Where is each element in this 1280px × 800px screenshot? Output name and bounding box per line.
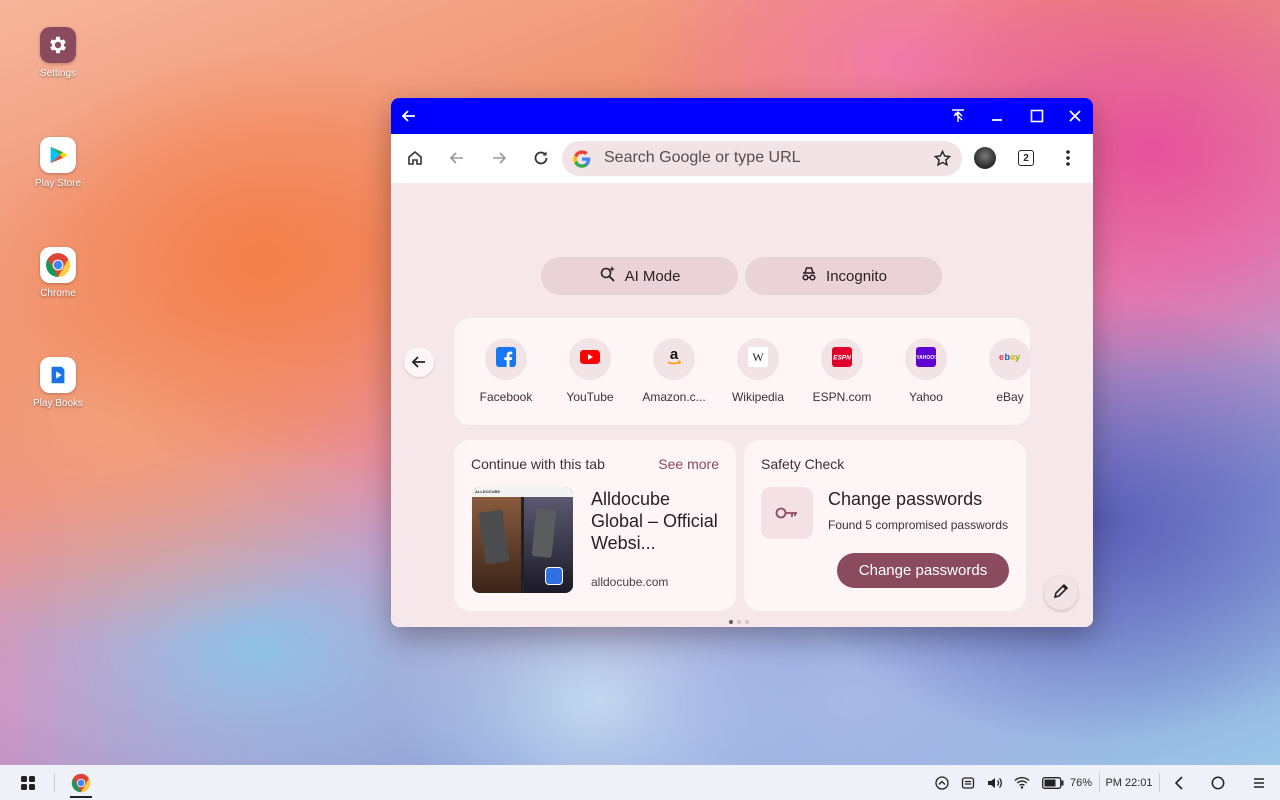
tab-title: Alldocube Global – Official Websi... [591, 489, 718, 553]
facebook-icon [496, 346, 516, 372]
app-grid-icon[interactable] [12, 765, 44, 800]
desktop-icon-play-books[interactable]: Play Books [27, 357, 89, 409]
change-passwords-button[interactable]: Change passwords [837, 553, 1009, 588]
window-titlebar [391, 98, 1093, 134]
browser-toolbar: 2 [391, 134, 1093, 183]
ebay-icon: ebay [999, 350, 1021, 368]
search-input[interactable] [604, 149, 904, 167]
see-more-link[interactable]: See more [658, 456, 719, 472]
home-icon[interactable] [399, 142, 431, 174]
ai-mode-label: AI Mode [624, 267, 681, 285]
svg-text:ESPN: ESPN [833, 354, 851, 361]
pencil-icon [1053, 583, 1069, 604]
nav-back-icon[interactable] [441, 142, 473, 174]
shortcut-label: Amazon.c... [642, 390, 706, 404]
desktop-icon-settings[interactable]: Settings [27, 27, 89, 79]
shortcut-wikipedia[interactable]: W Wikipedia [716, 338, 800, 404]
safety-heading: Change passwords [828, 489, 983, 509]
tab-url: alldocube.com [591, 575, 669, 589]
reload-icon[interactable] [525, 142, 557, 174]
ai-mode-button[interactable]: AI Mode [541, 257, 738, 295]
volume-icon[interactable] [984, 765, 1006, 800]
nav-recents-menu-icon[interactable] [1248, 765, 1270, 800]
shortcut-ebay[interactable]: ebay eBay [968, 338, 1030, 404]
key-icon [761, 487, 813, 539]
taskbar-chrome-icon[interactable] [66, 765, 96, 800]
desktop-icon-chrome[interactable]: Chrome [27, 247, 89, 299]
svg-text:e: e [999, 352, 1004, 362]
shortcut-label: Wikipedia [731, 390, 785, 404]
settings-gear-icon [40, 27, 76, 63]
shortcut-label: YouTube [566, 390, 614, 404]
nav-forward-icon[interactable] [483, 142, 515, 174]
shortcut-amazon[interactable]: a Amazon.c... [632, 338, 716, 404]
yahoo-icon: YAHOO! [916, 346, 936, 372]
battery-percent: 76% [1069, 776, 1093, 789]
continue-card-title: Continue with this tab [471, 456, 605, 472]
page-indicator [729, 620, 749, 624]
ai-search-sparkle-icon [599, 265, 617, 287]
edit-pencil-button[interactable] [1044, 576, 1078, 610]
minimize-icon[interactable] [979, 98, 1015, 134]
svg-text:W: W [752, 350, 764, 364]
wikipedia-icon: W [748, 346, 768, 372]
shortcut-yahoo[interactable]: YAHOO! Yahoo [884, 338, 968, 404]
close-icon[interactable] [1057, 98, 1093, 134]
shortcut-label: Yahoo [909, 390, 943, 404]
new-tab-page: AI Mode Incognito Facebook YouTube a Ama… [391, 183, 1093, 627]
desktop-icon-label: Play Books [32, 398, 84, 409]
shortcuts-back-button[interactable] [404, 347, 434, 377]
svg-text:a: a [670, 347, 679, 363]
incognito-label: Incognito [826, 267, 887, 285]
desktop-icon-label: Chrome [40, 288, 76, 299]
google-g-icon [572, 149, 592, 174]
safety-subtext: Found 5 compromised passwords [828, 518, 1009, 532]
play-store-icon [40, 137, 76, 173]
svg-text:YAHOO!: YAHOO! [916, 355, 936, 361]
clock[interactable]: PM 22:01 [1105, 765, 1153, 800]
nav-home-circle-icon[interactable] [1207, 765, 1229, 800]
taskbar: 76% PM 22:01 [0, 765, 1280, 800]
espn-icon: ESPN [832, 346, 852, 372]
shortcut-facebook[interactable]: Facebook [464, 338, 548, 404]
clipboard-icon[interactable] [958, 765, 978, 800]
pin-window-icon[interactable] [940, 98, 976, 134]
svg-text:y: y [1015, 352, 1020, 362]
battery-icon[interactable] [1041, 765, 1065, 800]
shortcut-youtube[interactable]: YouTube [548, 338, 632, 404]
chrome-icon [40, 247, 76, 283]
maximize-icon[interactable] [1019, 98, 1055, 134]
shortcut-espn[interactable]: ESPN ESPN.com [800, 338, 884, 404]
play-books-icon [40, 357, 76, 393]
youtube-icon [580, 349, 600, 369]
continue-tab-card[interactable]: Continue with this tab See more ALLDOCUB… [454, 440, 736, 611]
shortcut-label: eBay [996, 390, 1024, 404]
omnibox[interactable] [562, 141, 962, 176]
shortcut-label: Facebook [479, 390, 533, 404]
profile-avatar[interactable] [969, 142, 1001, 174]
tab-thumbnail: ALLDOCUBE [472, 487, 573, 593]
amazon-icon: a [664, 346, 684, 372]
safety-check-card: Safety Check Change passwords Found 5 co… [744, 440, 1026, 611]
wifi-icon[interactable] [1011, 765, 1033, 800]
desktop-icon-label: Settings [39, 68, 77, 79]
nav-back-chevron-icon[interactable] [1168, 765, 1190, 800]
desktop-icon-play-store[interactable]: Play Store [27, 137, 89, 189]
chrome-window: 2 AI Mode Incognito Facebook [391, 98, 1093, 627]
safety-card-title: Safety Check [761, 456, 845, 472]
incognito-button[interactable]: Incognito [745, 257, 942, 295]
bookmark-star-icon[interactable] [933, 149, 952, 173]
tab-count: 2 [1018, 150, 1034, 166]
tab-switcher-button[interactable]: 2 [1010, 142, 1042, 174]
shortcut-label: ESPN.com [812, 390, 872, 404]
desktop-icon-label: Play Store [34, 178, 82, 189]
incognito-icon [800, 265, 818, 287]
notification-up-icon[interactable] [932, 765, 952, 800]
more-menu-icon[interactable] [1052, 142, 1084, 174]
back-arrow-icon[interactable] [391, 98, 427, 134]
shortcuts-tray: Facebook YouTube a Amazon.c... W Wikiped… [454, 318, 1030, 425]
